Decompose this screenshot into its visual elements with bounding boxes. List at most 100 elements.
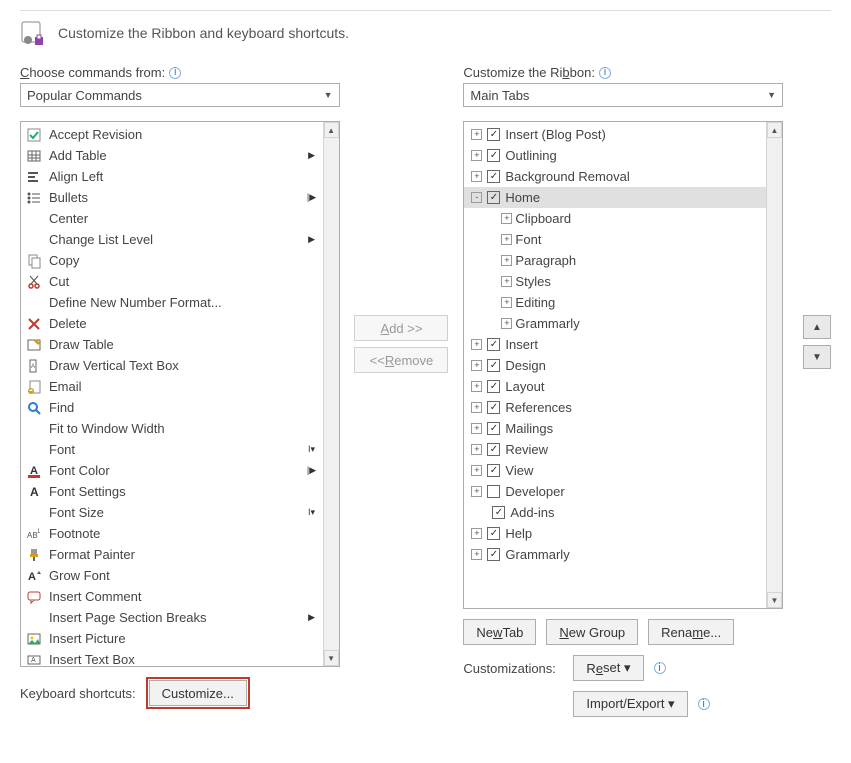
info-icon[interactable]: i xyxy=(654,662,666,674)
tree-item[interactable]: +Styles xyxy=(464,271,766,292)
info-icon[interactable]: i xyxy=(698,698,710,710)
tree-item[interactable]: +✓Insert xyxy=(464,334,766,355)
scroll-down-icon[interactable]: ▼ xyxy=(767,592,782,608)
tree-item[interactable]: +✓View xyxy=(464,460,766,481)
command-item[interactable]: Bullets|▶ xyxy=(21,187,323,208)
expand-icon[interactable]: + xyxy=(501,255,512,266)
command-item[interactable]: Accept Revision xyxy=(21,124,323,145)
command-item[interactable]: Insert Comment xyxy=(21,586,323,607)
expand-icon[interactable]: + xyxy=(471,171,482,182)
expand-icon[interactable]: + xyxy=(471,150,482,161)
expand-icon[interactable]: + xyxy=(501,234,512,245)
checkbox[interactable]: ✓ xyxy=(487,128,500,141)
import-export-button[interactable]: Import/Export ▾ xyxy=(573,691,687,717)
expand-icon[interactable]: + xyxy=(471,528,482,539)
scroll-down-icon[interactable]: ▼ xyxy=(324,650,339,666)
tree-item[interactable]: +Paragraph xyxy=(464,250,766,271)
expand-icon[interactable]: + xyxy=(471,360,482,371)
expand-icon[interactable]: + xyxy=(471,129,482,140)
checkbox[interactable]: ✓ xyxy=(492,506,505,519)
command-item[interactable]: Center xyxy=(21,208,323,229)
command-item[interactable]: Cut xyxy=(21,271,323,292)
tree-item[interactable]: +Clipboard xyxy=(464,208,766,229)
tree-item[interactable]: +✓Grammarly xyxy=(464,544,766,565)
scroll-up-icon[interactable]: ▲ xyxy=(767,122,782,138)
checkbox[interactable]: ✓ xyxy=(487,149,500,162)
expand-icon[interactable]: + xyxy=(471,381,482,392)
rename-button[interactable]: Rename... xyxy=(648,619,734,645)
command-item[interactable]: ADraw Vertical Text Box xyxy=(21,355,323,376)
command-item[interactable]: Font SizeI▾ xyxy=(21,502,323,523)
command-item[interactable]: AInsert Text Box xyxy=(21,649,323,666)
reset-button[interactable]: Reset ▾ xyxy=(573,655,643,681)
checkbox[interactable]: ✓ xyxy=(487,548,500,561)
checkbox[interactable]: ✓ xyxy=(487,443,500,456)
new-tab-button[interactable]: New Tab xyxy=(463,619,536,645)
customize-shortcuts-button[interactable]: Customize... xyxy=(149,680,247,706)
tree-item[interactable]: +✓Background Removal xyxy=(464,166,766,187)
tree-item[interactable]: -✓Home xyxy=(464,187,766,208)
expand-icon[interactable]: + xyxy=(471,486,482,497)
command-item[interactable]: Copy xyxy=(21,250,323,271)
command-item[interactable]: AGrow Font xyxy=(21,565,323,586)
expand-icon[interactable]: + xyxy=(501,297,512,308)
expand-icon[interactable]: + xyxy=(471,549,482,560)
scrollbar[interactable]: ▲ ▼ xyxy=(323,122,339,666)
scroll-up-icon[interactable]: ▲ xyxy=(324,122,339,138)
command-item[interactable]: AFont Settings xyxy=(21,481,323,502)
move-down-button[interactable]: ▼ xyxy=(803,345,831,369)
command-item[interactable]: Insert Picture xyxy=(21,628,323,649)
ribbon-tree[interactable]: +✓Insert (Blog Post)+✓Outlining+✓Backgro… xyxy=(463,121,783,609)
expand-icon[interactable]: + xyxy=(471,402,482,413)
checkbox[interactable]: ✓ xyxy=(487,527,500,540)
tree-item[interactable]: +Developer xyxy=(464,481,766,502)
remove-button[interactable]: << Remove xyxy=(354,347,448,373)
expand-icon[interactable]: + xyxy=(471,465,482,476)
command-item[interactable]: Find xyxy=(21,397,323,418)
checkbox[interactable]: ✓ xyxy=(487,170,500,183)
command-item[interactable]: Delete xyxy=(21,313,323,334)
command-item[interactable]: Format Painter xyxy=(21,544,323,565)
tree-item[interactable]: +Grammarly xyxy=(464,313,766,334)
command-item[interactable]: Email xyxy=(21,376,323,397)
info-icon[interactable]: i xyxy=(599,67,611,79)
expand-icon[interactable]: + xyxy=(501,318,512,329)
choose-commands-dropdown[interactable]: Popular Commands ▼ xyxy=(20,83,340,107)
command-item[interactable]: Add Table▶ xyxy=(21,145,323,166)
command-item[interactable]: Draw Table xyxy=(21,334,323,355)
command-item[interactable]: Fit to Window Width xyxy=(21,418,323,439)
tree-item[interactable]: +✓Mailings xyxy=(464,418,766,439)
scrollbar[interactable]: ▲ ▼ xyxy=(766,122,782,608)
command-item[interactable]: Define New Number Format... xyxy=(21,292,323,313)
tree-item[interactable]: +✓Help xyxy=(464,523,766,544)
expand-icon[interactable]: + xyxy=(471,423,482,434)
expand-icon[interactable]: + xyxy=(501,276,512,287)
add-button[interactable]: Add >> xyxy=(354,315,448,341)
checkbox[interactable]: ✓ xyxy=(487,338,500,351)
customize-ribbon-dropdown[interactable]: Main Tabs ▼ xyxy=(463,83,783,107)
command-item[interactable]: AB1Footnote xyxy=(21,523,323,544)
checkbox[interactable] xyxy=(487,485,500,498)
expand-icon[interactable]: + xyxy=(471,339,482,350)
command-item[interactable]: AFont Color|▶ xyxy=(21,460,323,481)
expand-icon[interactable]: + xyxy=(501,213,512,224)
tree-item[interactable]: +Font xyxy=(464,229,766,250)
checkbox[interactable]: ✓ xyxy=(487,380,500,393)
move-up-button[interactable]: ▲ xyxy=(803,315,831,339)
checkbox[interactable]: ✓ xyxy=(487,401,500,414)
command-item[interactable]: Insert Page Section Breaks▶ xyxy=(21,607,323,628)
tree-item[interactable]: +✓Insert (Blog Post) xyxy=(464,124,766,145)
tree-item[interactable]: +✓Review xyxy=(464,439,766,460)
checkbox[interactable]: ✓ xyxy=(487,464,500,477)
tree-item[interactable]: +✓References xyxy=(464,397,766,418)
checkbox[interactable]: ✓ xyxy=(487,359,500,372)
tree-item[interactable]: +✓Design xyxy=(464,355,766,376)
command-item[interactable]: FontI▾ xyxy=(21,439,323,460)
tree-item[interactable]: +Editing xyxy=(464,292,766,313)
checkbox[interactable]: ✓ xyxy=(487,191,500,204)
checkbox[interactable]: ✓ xyxy=(487,422,500,435)
info-icon[interactable]: i xyxy=(169,67,181,79)
tree-item[interactable]: ✓Add-ins xyxy=(464,502,766,523)
expand-icon[interactable]: + xyxy=(471,444,482,455)
command-item[interactable]: Align Left xyxy=(21,166,323,187)
